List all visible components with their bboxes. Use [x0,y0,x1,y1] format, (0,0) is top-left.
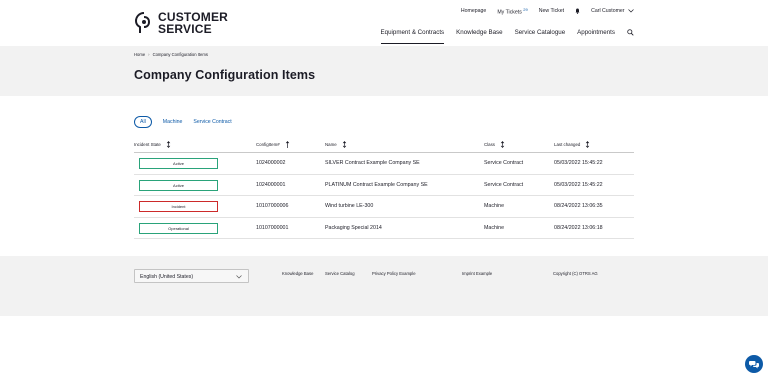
chevron-down-icon [236,275,242,279]
footer-link-service-catalog[interactable]: Service Catalog [325,271,355,276]
configitem-number: 10107000001 [256,224,289,231]
configitem-name: PLATINUM Contract Example Company SE [325,181,428,188]
configitem-class: Machine [484,224,505,231]
col-class[interactable]: Class [484,141,505,148]
col-configitem-number-label: ConfigItem# [256,142,280,147]
my-tickets-label: My Tickets [497,9,522,16]
table-row[interactable]: Active 1024000002 SILVER Contract Exampl… [134,153,634,175]
main-nav: Equipment & Contracts Knowledge Base Ser… [369,29,634,44]
nav-knowledge-base[interactable]: Knowledge Base [456,29,502,36]
configitem-last-changed: 05/03/2022 15:45:22 [554,181,603,188]
user-menu[interactable]: Carl Customer [591,8,634,14]
configitem-number: 1024000001 [256,181,286,188]
homepage-link[interactable]: Homepage [461,8,486,14]
col-incident-state-label: Incident State [134,142,161,147]
status-badge: Active [139,158,218,169]
chat-icon [749,360,759,368]
copyright: Copyright (C) OTRS AG [553,271,598,276]
table-row[interactable]: Active 1024000001 PLATINUM Contract Exam… [134,175,634,196]
configitem-last-changed: 05/03/2022 15:45:22 [554,160,603,166]
breadcrumb-current: Company Configuration Items [152,52,208,57]
new-ticket-link[interactable]: New Ticket [539,8,564,14]
chevron-down-icon [628,9,634,13]
configitem-last-changed: 08/24/2022 13:06:18 [554,224,603,231]
table-header: Incident State ConfigItem# Name Class La… [134,137,634,153]
configitem-number: 10107000006 [256,203,289,209]
configitem-name: SILVER Contract Example Company SE [325,160,420,166]
bell-icon[interactable] [575,8,580,15]
my-tickets-link[interactable]: My Tickets 29 [497,7,527,16]
col-last-changed-label: Last changed [554,142,581,147]
footer-link-imprint[interactable]: Imprint Example [462,271,492,276]
configitem-class: Service Contract [484,181,524,188]
sort-icon [500,141,505,148]
breadcrumb-home[interactable]: Home [134,52,145,57]
col-last-changed[interactable]: Last changed [554,141,590,148]
logo[interactable]: CUSTOMER SERVICE [134,11,228,35]
nav-equipment-contracts[interactable]: Equipment & Contracts [380,29,444,44]
language-select-value: English (United States) [140,274,194,280]
col-incident-state[interactable]: Incident State [134,141,171,148]
table-row[interactable]: Incident 10107000006 Wind turbine LE-300… [134,196,634,218]
col-class-label: Class [484,142,495,147]
configitem-name: Packaging Special 2014 [325,224,382,231]
top-links: Homepage My Tickets 29 New Ticket Carl C… [450,7,634,16]
filter-tabs: All Machine Service Contract [134,116,243,128]
col-configitem-number[interactable]: ConfigItem# [256,141,290,148]
page-title: Company Configuration Items [134,68,316,82]
logo-mark-icon [134,12,151,33]
col-name-label: Name [325,142,337,147]
nav-service-catalogue[interactable]: Service Catalogue [515,29,566,36]
ticket-count-badge: 29 [523,7,528,12]
table-row[interactable]: Operational 10107000001 Packaging Specia… [134,218,634,239]
footer-link-privacy-policy[interactable]: Privacy Policy Example [372,271,416,276]
brand-name: CUSTOMER SERVICE [158,11,228,35]
breadcrumb: Home › Company Configuration Items [134,52,208,57]
sort-up-icon [285,141,289,148]
sort-icon [586,141,590,148]
filter-machine[interactable]: Machine [163,119,183,125]
status-badge: Operational [139,222,218,234]
filter-all[interactable]: All [134,116,152,128]
sort-icon [342,141,346,148]
site-footer: English (United States) Knowledge Base S… [0,256,768,316]
user-name: Carl Customer [591,8,625,15]
col-name[interactable]: Name [325,141,347,148]
configitem-last-changed: 08/24/2022 13:06:35 [554,203,603,209]
site-header: CUSTOMER SERVICE Homepage My Tickets 29 … [0,0,768,46]
breadcrumb-separator-icon: › [148,52,150,57]
nav-appointments[interactable]: Appointments [577,29,615,36]
search-icon[interactable] [627,29,634,36]
configitem-class: Service Contract [484,160,524,166]
page-banner: Home › Company Configuration Items Compa… [0,46,768,96]
configitem-class: Machine [484,203,505,209]
language-select[interactable]: English (United States) [134,269,249,283]
brand-line-2: SERVICE [158,22,212,36]
status-badge: Incident [139,201,218,212]
config-items-table: Incident State ConfigItem# Name Class La… [134,137,634,239]
status-badge: Active [139,179,218,191]
configitem-number: 1024000002 [256,160,286,166]
filter-service-contract[interactable]: Service Contract [193,119,231,125]
configitem-name: Wind turbine LE-300 [325,203,374,209]
sort-icon [166,141,171,148]
footer-link-knowledge-base[interactable]: Knowledge Base [282,271,313,276]
chat-button[interactable] [745,355,763,373]
